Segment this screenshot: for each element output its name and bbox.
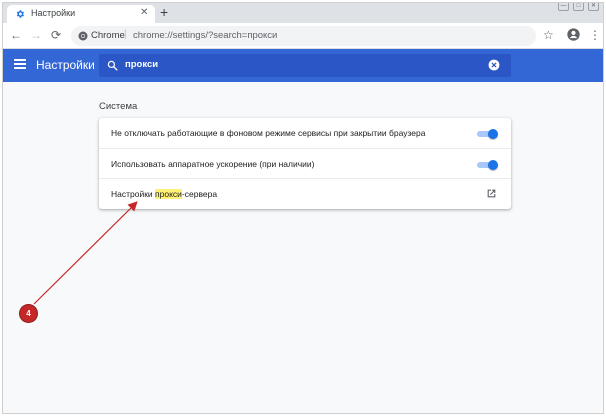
clear-search-icon[interactable] [488,59,500,71]
proxy-label-prefix: Настройки [111,189,156,199]
address-origin: Chrome [91,30,125,41]
settings-search-field[interactable]: прокси [99,54,511,77]
setting-row-background-apps[interactable]: Не отключать работающие в фоновом режиме… [99,118,511,148]
reload-icon[interactable]: ⟳ [49,28,63,42]
account-icon[interactable] [567,28,580,41]
search-input[interactable]: прокси [125,59,158,70]
chrome-logo-icon [78,31,88,41]
kebab-menu-icon[interactable]: ⋮ [589,28,601,42]
setting-label: Использовать аппаратное ускорение (при н… [111,159,315,169]
toggle-knob [488,160,498,170]
settings-content: Система Не отключать работающие в фоново… [3,82,603,413]
tab-strip: Настройки ✕ + — □ ✕ [3,3,603,23]
browser-toolbar: ← → ⟳ Chrome | chrome://settings/?search… [3,23,603,49]
hardware-acceleration-toggle[interactable] [477,160,499,170]
hamburger-menu-icon[interactable] [14,59,26,69]
tab-close-icon[interactable]: ✕ [140,7,148,18]
search-highlight: прокси [155,189,182,199]
star-icon[interactable]: ☆ [543,28,554,42]
new-tab-button[interactable]: + [160,4,168,20]
browser-window: Настройки ✕ + — □ ✕ ← → ⟳ Chrome | chrom… [2,2,604,414]
settings-header: Настройки прокси [3,49,603,82]
tab-settings[interactable]: Настройки ✕ [7,5,155,23]
page-title: Настройки [36,58,95,72]
system-settings-card: Не отключать работающие в фоновом режиме… [99,118,511,209]
window-controls: — □ ✕ [558,3,599,13]
proxy-settings-link[interactable]: Настройки прокси-сервера [111,189,217,199]
back-arrow-icon[interactable]: ← [9,28,23,42]
background-apps-toggle[interactable] [477,129,499,139]
setting-row-hardware-acceleration[interactable]: Использовать аппаратное ускорение (при н… [99,148,511,178]
address-url[interactable]: chrome://settings/?search=прокси [133,30,277,41]
proxy-label-suffix: -сервера [181,189,218,199]
maximize-button[interactable]: □ [573,3,584,11]
address-separator: | [124,29,127,40]
annotation-marker: 4 [20,305,37,322]
toggle-knob [488,129,498,139]
external-link-icon[interactable] [486,188,497,199]
setting-label: Не отключать работающие в фоновом режиме… [111,128,426,138]
address-bar[interactable]: Chrome | chrome://settings/?search=прокс… [71,26,536,46]
tab-title: Настройки [31,8,76,18]
setting-row-proxy[interactable]: Настройки прокси-сервера [99,178,511,208]
section-title: Система [99,101,138,112]
search-icon [107,60,118,71]
minimize-button[interactable]: — [558,3,569,11]
forward-arrow-icon[interactable]: → [29,28,43,42]
settings-gear-icon [16,10,24,18]
close-window-button[interactable]: ✕ [588,3,599,11]
